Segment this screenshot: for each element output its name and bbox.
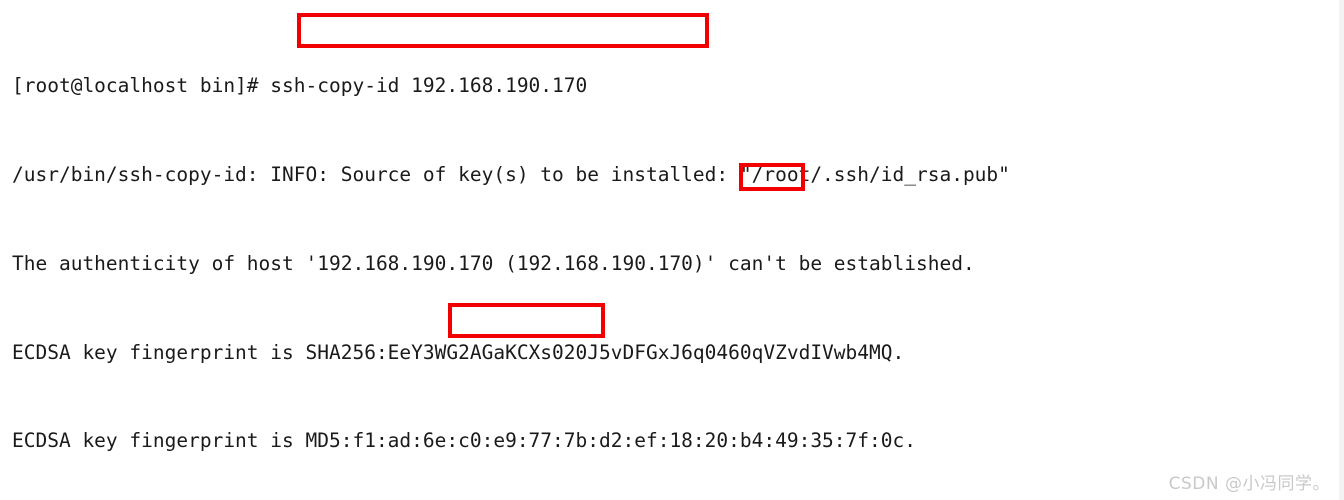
csdn-watermark: CSDN @小冯同学。 <box>1168 474 1330 494</box>
terminal-output[interactable]: [root@localhost bin]# ssh-copy-id 192.16… <box>12 12 1342 500</box>
terminal-screenshot: [root@localhost bin]# ssh-copy-id 192.16… <box>0 0 1344 500</box>
terminal-line: ECDSA key fingerprint is SHA256:EeY3WG2A… <box>12 340 905 364</box>
terminal-line: [root@localhost bin]# ssh-copy-id 192.16… <box>12 74 588 98</box>
terminal-line: /usr/bin/ssh-copy-id: INFO: Source of ke… <box>12 162 1010 186</box>
terminal-line: ECDSA key fingerprint is MD5:f1:ad:6e:c0… <box>12 429 916 453</box>
terminal-line: The authenticity of host '192.168.190.17… <box>12 251 975 275</box>
